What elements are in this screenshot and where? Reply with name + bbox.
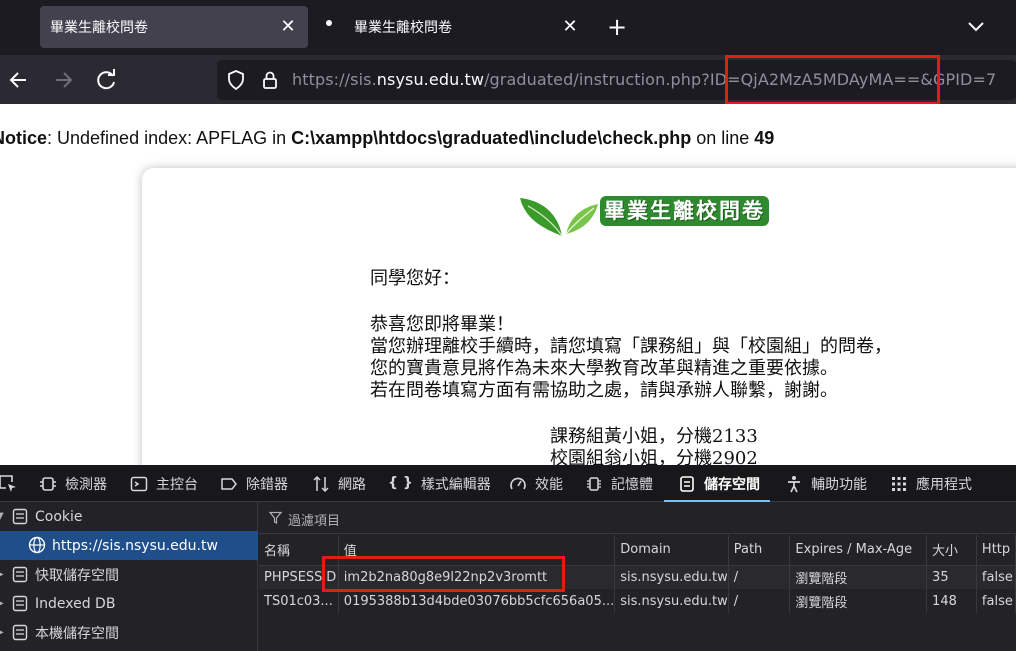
collapsed-arrow-icon[interactable]: ▶ (0, 627, 4, 638)
devtools-tab-performance[interactable]: 效能 (509, 465, 563, 502)
sidebar-item-cache-storage[interactable]: ▶ 快取儲存空間 (0, 560, 258, 589)
app-grid-icon (892, 476, 906, 491)
storage-icon (680, 475, 694, 492)
database-icon (12, 595, 28, 612)
expand-arrow-icon[interactable]: ▼ (0, 511, 4, 522)
collapsed-arrow-icon[interactable]: ▶ (0, 569, 4, 580)
element-picker-icon[interactable] (0, 474, 18, 494)
chevron-down-icon[interactable] (962, 14, 990, 40)
letter-line: 恭喜您即將畢業！ (370, 314, 514, 335)
cell-size[interactable]: 35 (926, 565, 977, 589)
cell-expires[interactable]: 瀏覽階段 (789, 565, 928, 589)
devtools-tab-accessibility[interactable]: 輔助功能 (785, 465, 867, 502)
letter-line: 您的寶貴意見將作為未來大學教育改革與精進之重要依據。 (370, 358, 838, 379)
devtools-tab-application[interactable]: 應用程式 (890, 465, 972, 502)
storage-sidebar: ▼ Cookie https://sis.nsysu.edu.tw ▶ 快取儲存… (0, 502, 258, 651)
cell-expires[interactable]: 瀏覽階段 (789, 589, 928, 613)
new-tab-plus-icon[interactable]: + (604, 14, 630, 40)
web-page: Notice: Undefined index: APFLAG in C:\xa… (0, 104, 1016, 465)
contact-line: 校園組翁小姐，分機2902 (550, 448, 758, 465)
column-header-expires[interactable]: Expires / Max-Age (789, 535, 928, 566)
database-icon (12, 508, 28, 525)
logo-title: 畢業生離校問卷 (600, 196, 769, 226)
filter-input[interactable]: 過濾項目 (288, 510, 340, 529)
devtools-tab-debugger[interactable]: 除錯器 (220, 465, 288, 502)
cell-http[interactable]: false (976, 589, 1016, 613)
braces-icon: { } (388, 474, 413, 491)
filter-funnel-icon (269, 511, 282, 524)
gauge-icon (510, 477, 526, 489)
database-icon (12, 624, 28, 641)
url-highlight-box (725, 55, 940, 105)
devtools-tab-memory[interactable]: 記憶體 (585, 465, 653, 502)
leaf-logo-icon (520, 198, 598, 237)
column-header-path[interactable]: Path (728, 535, 791, 566)
column-header-size[interactable]: 大小 (926, 535, 977, 566)
cell-size[interactable]: 148 (926, 589, 977, 613)
network-arrows-icon (313, 475, 329, 492)
cell-path[interactable]: / (728, 589, 791, 613)
tab-bar: 畢業生離校問卷 ✕ 畢業生離校問卷 ✕ + (0, 0, 1016, 55)
letter-greeting: 同學您好： (370, 268, 460, 289)
cookie-value-highlight-box (322, 556, 565, 592)
column-header-http[interactable]: Http (976, 535, 1016, 566)
tab-inactive[interactable]: 畢業生離校問卷 ✕ (318, 6, 588, 48)
devtools-tab-storage[interactable]: 儲存空間 (664, 465, 770, 502)
tab-title: 畢業生離校問卷 (50, 20, 148, 36)
back-arrow-icon[interactable] (6, 67, 32, 93)
contact-line: 課務組黃小姐，分機2133 (550, 426, 758, 447)
inspector-icon (40, 476, 56, 491)
reload-icon[interactable] (94, 67, 120, 93)
forward-arrow-icon[interactable] (50, 67, 76, 93)
sidebar-item-indexeddb[interactable]: ▶ Indexed DB (0, 589, 258, 618)
close-tab-icon[interactable]: ✕ (278, 17, 298, 37)
sidebar-item-local-storage[interactable]: ▶ 本機儲存空間 (0, 618, 258, 647)
sidebar-item-cookie[interactable]: ▼ Cookie (0, 502, 258, 531)
sidebar-item-cookie-host[interactable]: https://sis.nsysu.edu.tw (0, 531, 258, 560)
letter-line: 當您辦理離校手續時，請您填寫「課務組」與「校園組」的問卷， (370, 336, 892, 357)
cell-domain[interactable]: sis.nsysu.edu.tw (614, 565, 729, 589)
devtools-tab-style-editor[interactable]: { } 樣式編輯器 (388, 465, 491, 502)
table-row[interactable]: TS01c03... 0195388b13d4bde03076bb5cfc656… (259, 589, 1016, 613)
tab-active[interactable]: 畢業生離校問卷 ✕ (40, 6, 308, 48)
devtools-tab-inspector[interactable]: 檢測器 (39, 465, 107, 502)
tab-title: 畢業生離校問卷 (354, 20, 452, 36)
cell-path[interactable]: / (728, 565, 791, 589)
memory-chip-icon (587, 476, 601, 491)
globe-icon (28, 536, 46, 554)
devtools-toolbar: 檢測器 主控台 除錯器 網路 { } 樣式編輯器 效能 記憶體 儲存空間 輔助功… (0, 465, 1016, 502)
cell-value[interactable]: 0195388b13d4bde03076bb5cfc656a05... (338, 589, 616, 613)
filter-bar[interactable]: 過濾項目 (259, 502, 1016, 534)
database-icon (12, 566, 28, 583)
lock-icon[interactable] (259, 69, 281, 91)
collapsed-arrow-icon[interactable]: ▶ (0, 598, 4, 609)
console-icon (130, 476, 148, 491)
php-notice: Notice: Undefined index: APFLAG in C:\xa… (0, 128, 775, 148)
accessibility-person-icon (788, 475, 800, 492)
column-header-domain[interactable]: Domain (614, 535, 729, 566)
close-tab-icon[interactable]: ✕ (560, 17, 580, 37)
cell-http[interactable]: false (976, 565, 1016, 589)
debugger-icon (221, 477, 237, 490)
shield-icon[interactable] (225, 69, 247, 91)
cell-domain[interactable]: sis.nsysu.edu.tw (614, 589, 729, 613)
cell-name[interactable]: TS01c03... (259, 589, 339, 613)
letter-line: 若在問卷填寫方面有需協助之處，請與承辦人聯繫，謝謝。 (370, 380, 838, 401)
devtools-tab-network[interactable]: 網路 (312, 465, 366, 502)
devtools-tab-console[interactable]: 主控台 (130, 465, 198, 502)
